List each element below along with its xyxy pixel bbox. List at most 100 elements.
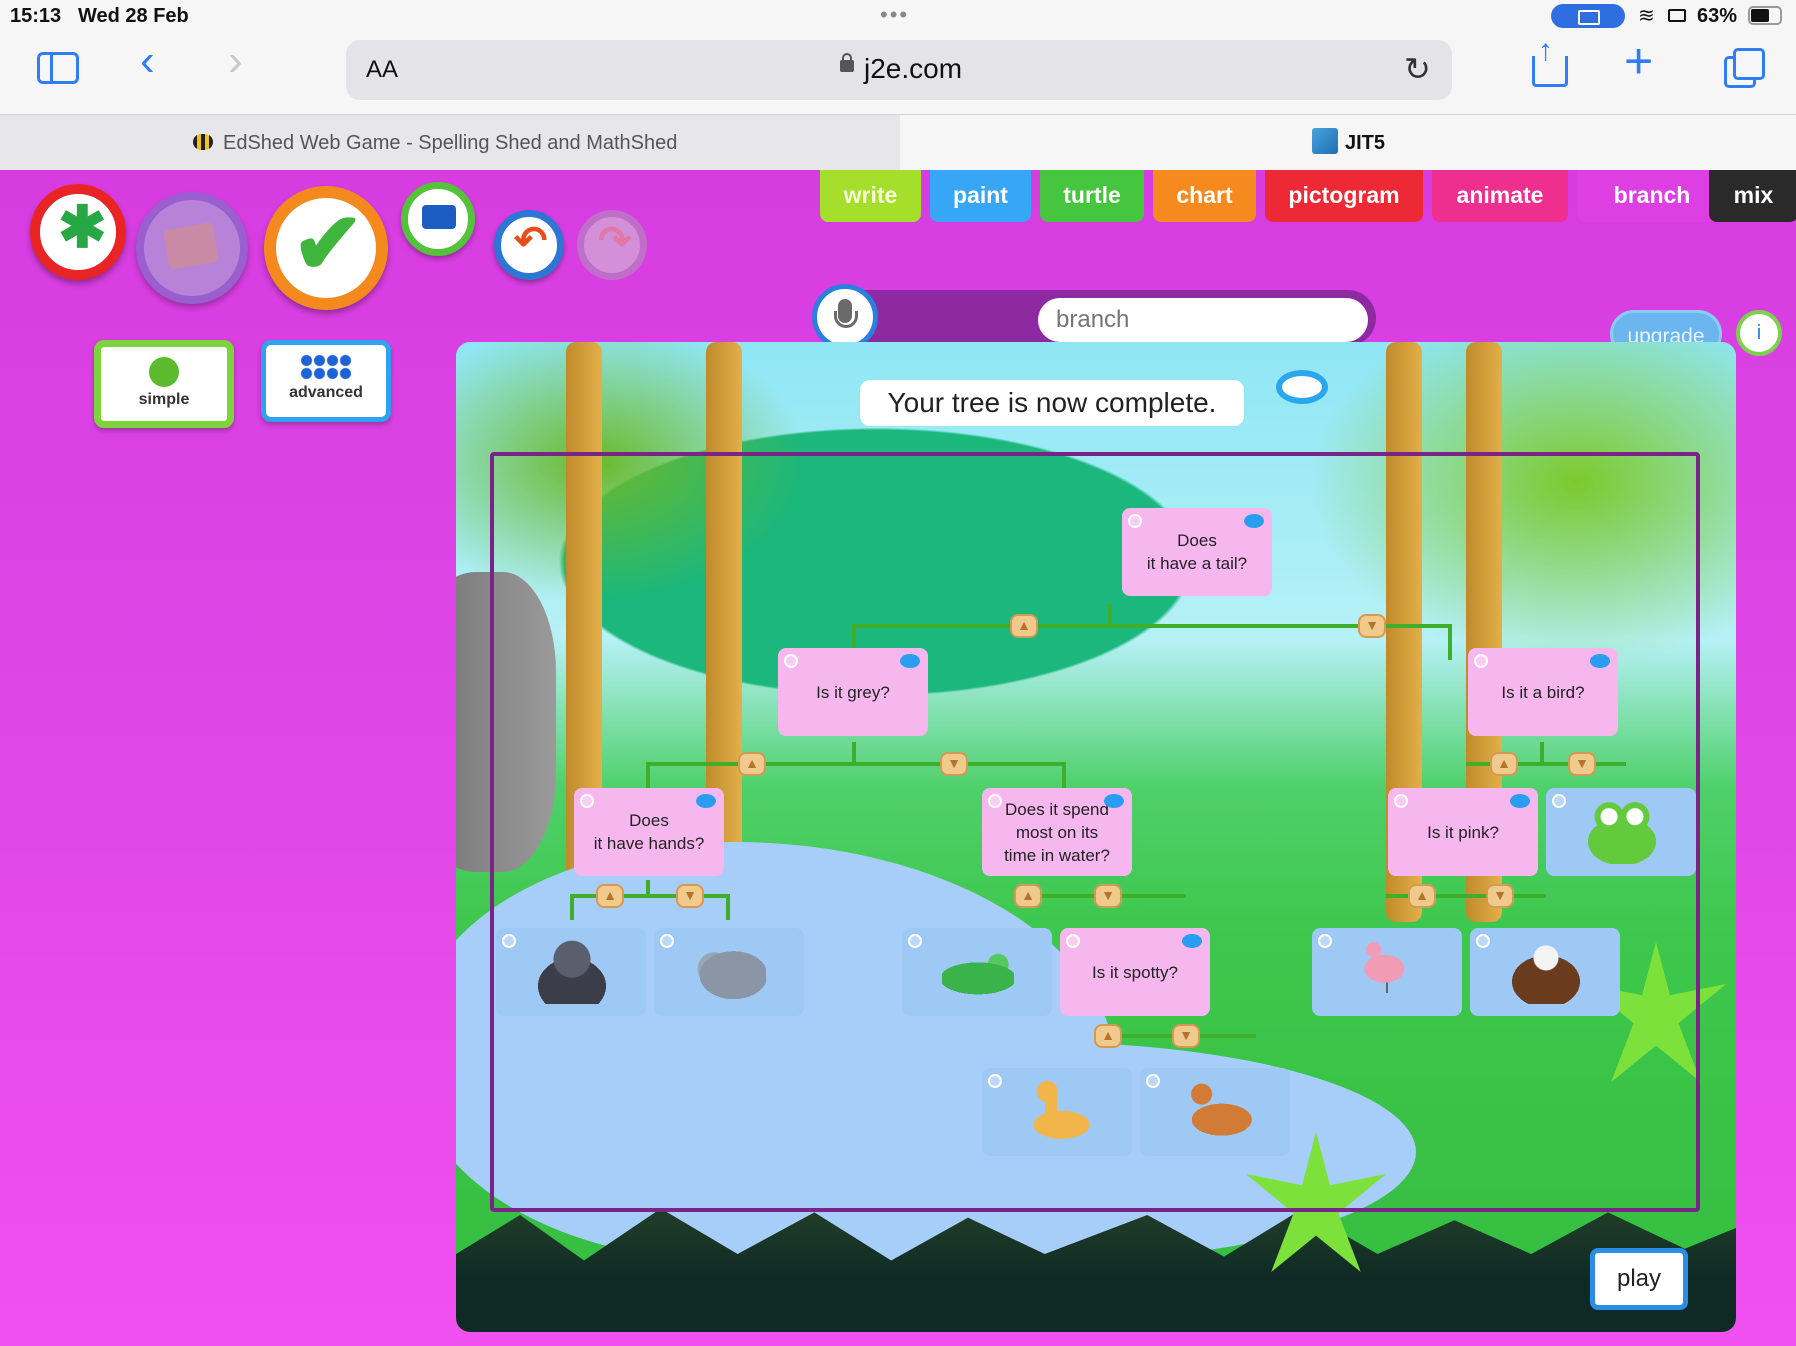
jit5-app: ✱ ✔ ↶ ↷ simple advanced write paint turt… — [0, 170, 1796, 1346]
edit-icon[interactable] — [1552, 794, 1566, 808]
battery-icon — [1748, 6, 1782, 25]
tab-jit5[interactable]: JIT5 — [900, 115, 1796, 170]
open-folder-button[interactable] — [136, 192, 248, 304]
multitasking-dots[interactable]: ••• — [880, 2, 909, 28]
clock: 15:13 — [10, 5, 62, 27]
back-icon[interactable]: ‹ — [140, 36, 155, 86]
print-button[interactable] — [401, 182, 475, 256]
edit-icon[interactable] — [908, 934, 922, 948]
share-icon[interactable] — [1532, 34, 1568, 87]
date: Wed 28 Feb — [78, 5, 189, 27]
edit-icon[interactable] — [1066, 934, 1080, 948]
tab-chart[interactable]: chart — [1153, 170, 1256, 222]
microphone-icon[interactable] — [812, 284, 878, 350]
edit-icon[interactable] — [1394, 794, 1408, 808]
save-button[interactable]: ✔ — [264, 186, 388, 310]
tab-branch[interactable]: branch — [1577, 170, 1727, 222]
address-bar[interactable]: AA j2e.com ↻ — [346, 40, 1452, 100]
answer-node-crocodile[interactable] — [902, 928, 1052, 1016]
new-file-button[interactable]: ✱ — [30, 184, 126, 280]
edit-icon[interactable] — [988, 1074, 1002, 1088]
speech-bubble-icon[interactable] — [696, 794, 716, 808]
yes-thumb-icon: ▲ — [1094, 1024, 1122, 1048]
undo-button[interactable]: ↶ — [494, 210, 564, 280]
edit-icon[interactable] — [1318, 934, 1332, 948]
printer-icon — [422, 205, 456, 229]
info-button[interactable]: i — [1736, 310, 1782, 356]
wifi-icon: ≋ — [1638, 5, 1655, 27]
speech-bubble-icon[interactable] — [1510, 794, 1530, 808]
tab-title: JIT5 — [1345, 132, 1386, 154]
gorilla-icon — [536, 940, 608, 1004]
undo-icon: ↶ — [514, 219, 548, 263]
crocodile-icon — [942, 940, 1014, 1004]
edit-icon[interactable] — [988, 794, 1002, 808]
answer-node-elephant[interactable] — [654, 928, 804, 1016]
status-bar: 15:13 Wed 28 Feb ••• ≋ 63% — [0, 0, 1796, 32]
tab-turtle[interactable]: turtle — [1040, 170, 1144, 222]
redo-button[interactable]: ↷ — [577, 210, 647, 280]
forward-icon[interactable]: › — [228, 36, 243, 86]
edit-icon[interactable] — [580, 794, 594, 808]
question-text: Is it spotty? — [1092, 962, 1178, 982]
answer-node-flamingo[interactable] — [1312, 928, 1462, 1016]
advanced-mode-button[interactable]: advanced — [261, 340, 391, 422]
tab-animate[interactable]: animate — [1432, 170, 1568, 222]
connector — [570, 894, 730, 898]
question-node-grey[interactable]: Is it grey? — [778, 648, 928, 736]
question-node-bird[interactable]: Is it a bird? — [1468, 648, 1618, 736]
edit-icon[interactable] — [784, 654, 798, 668]
tab-pictogram[interactable]: pictogram — [1265, 170, 1423, 222]
tab-write[interactable]: write — [820, 170, 921, 222]
question-node-root[interactable]: Does it have a tail? — [1122, 508, 1272, 596]
speech-bubble-icon[interactable] — [900, 654, 920, 668]
answer-node-eagle[interactable] — [1470, 928, 1620, 1016]
question-node-water[interactable]: Does it spend most on its time in water? — [982, 788, 1132, 876]
edit-icon[interactable] — [1128, 514, 1142, 528]
reload-icon[interactable]: ↻ — [1404, 50, 1431, 88]
no-thumb-icon: ▼ — [1094, 884, 1122, 908]
speech-bubble-icon[interactable] — [1104, 794, 1124, 808]
title-input[interactable] — [1038, 298, 1368, 342]
simple-mode-button[interactable]: simple — [94, 340, 234, 428]
elephant-icon — [694, 940, 766, 1004]
url-text[interactable]: j2e.com — [864, 53, 962, 85]
no-thumb-icon: ▼ — [676, 884, 704, 908]
speech-bubble-icon[interactable] — [1590, 654, 1610, 668]
eagle-icon — [1510, 940, 1582, 1004]
edit-icon[interactable] — [660, 934, 674, 948]
circle-icon — [149, 357, 179, 387]
tab-edshed[interactable]: EdShed Web Game - Spelling Shed and Math… — [0, 115, 937, 170]
jit-favicon-icon — [1312, 128, 1338, 154]
text-size-button[interactable]: AA — [366, 56, 398, 84]
question-node-spotty[interactable]: Is it spotty? — [1060, 928, 1210, 1016]
edit-icon[interactable] — [1474, 654, 1488, 668]
tab-mix[interactable]: mix — [1709, 170, 1796, 222]
tabs-overview-icon[interactable] — [1724, 48, 1765, 88]
new-tab-icon[interactable]: + — [1624, 32, 1653, 90]
edit-icon[interactable] — [502, 934, 516, 948]
question-text: Does it have a tail? — [1146, 531, 1248, 573]
lock-icon — [840, 53, 854, 72]
browser-toolbar: ‹ › AA j2e.com ↻ + — [0, 32, 1796, 114]
question-node-hands[interactable]: Does it have hands? — [574, 788, 724, 876]
play-button[interactable]: play — [1590, 1248, 1688, 1310]
advanced-mode-label: advanced — [289, 384, 363, 401]
sidebar-icon[interactable] — [37, 52, 79, 84]
answer-node-frog[interactable] — [1546, 788, 1696, 876]
speech-bubble-icon[interactable] — [1182, 934, 1202, 948]
answer-node-gorilla[interactable] — [496, 928, 646, 1016]
answer-node-horse[interactable] — [1140, 1068, 1290, 1156]
yes-thumb-icon: ▲ — [1490, 752, 1518, 776]
connector — [570, 894, 574, 920]
tab-paint[interactable]: paint — [930, 170, 1031, 222]
question-node-pink[interactable]: Is it pink? — [1388, 788, 1538, 876]
screen-mirroring-icon — [1551, 4, 1625, 28]
speech-bubble-icon[interactable] — [1244, 514, 1264, 528]
no-thumb-icon: ▼ — [1568, 752, 1596, 776]
speech-bubble-icon[interactable] — [1276, 370, 1328, 404]
edit-icon[interactable] — [1146, 1074, 1160, 1088]
edit-icon[interactable] — [1476, 934, 1490, 948]
answer-node-giraffe[interactable] — [982, 1068, 1132, 1156]
checkmark-icon: ✔ — [292, 196, 365, 292]
